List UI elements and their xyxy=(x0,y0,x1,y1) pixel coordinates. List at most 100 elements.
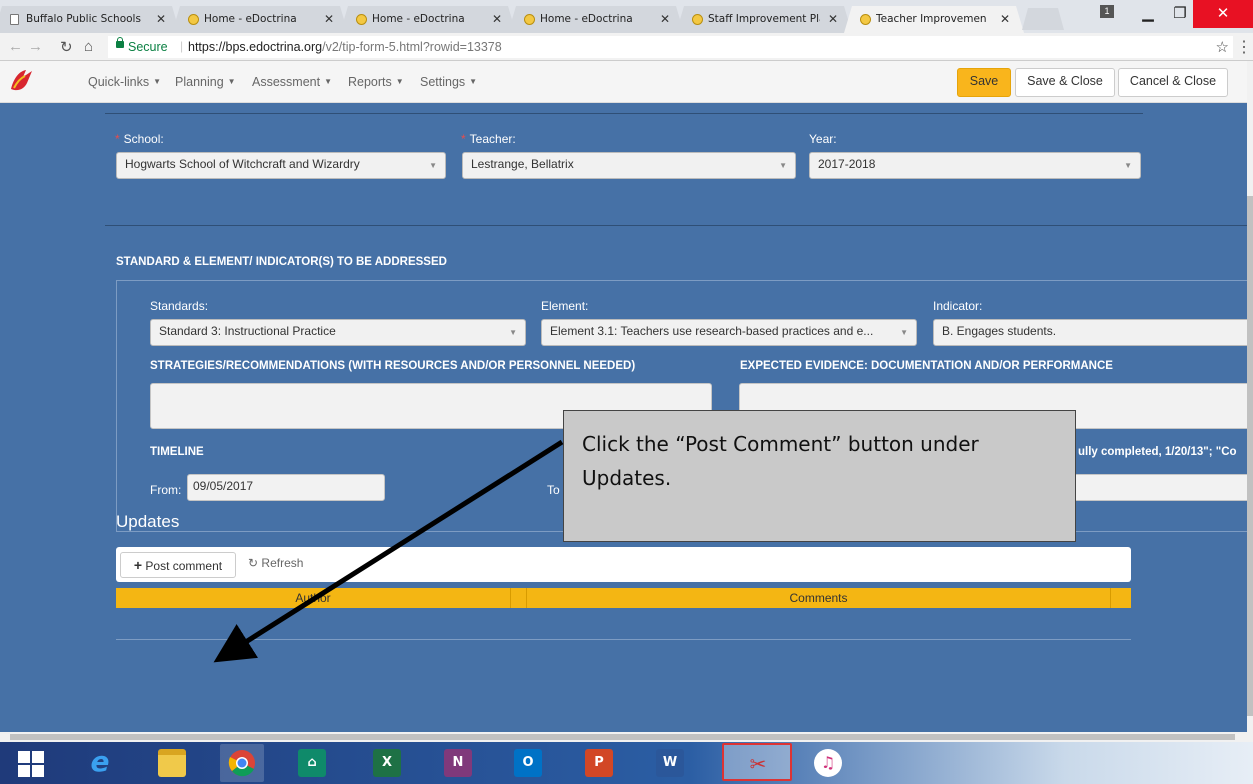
nav-reports[interactable]: Reports ▼ xyxy=(348,75,404,89)
teacher-label: * Teacher: xyxy=(461,132,516,146)
nav-quick-links[interactable]: Quick-links ▼ xyxy=(88,75,161,89)
teacher-select[interactable]: Lestrange, Bellatrix ▼ xyxy=(462,152,796,179)
word-icon[interactable]: W xyxy=(648,744,692,782)
browser-tab-strip: Buffalo Public Schools ✕ Home - eDoctrin… xyxy=(0,0,1253,33)
evidence-hint-text: ully completed, 1/20/13"; "Co xyxy=(1078,446,1237,458)
tab-title: Home - eDoctrina xyxy=(372,13,465,25)
vertical-scroll-thumb[interactable] xyxy=(1247,196,1253,716)
close-tab-icon[interactable]: ✕ xyxy=(324,12,334,26)
refresh-button[interactable]: ↻ Refresh xyxy=(248,556,303,570)
lock-icon xyxy=(116,37,124,48)
element-label: Element: xyxy=(541,299,589,313)
chrome-icon[interactable] xyxy=(220,744,264,782)
onenote-icon[interactable]: N xyxy=(436,744,480,782)
school-label: * School: xyxy=(115,132,164,146)
timeline-heading: TIMELINE xyxy=(150,446,204,458)
bookmark-star-icon[interactable]: ☆ xyxy=(1216,38,1229,56)
browser-tab-1[interactable]: Buffalo Public Schools ✕ xyxy=(0,6,180,33)
from-date-input[interactable]: 09/05/2017 xyxy=(187,474,385,501)
secure-label: Secure xyxy=(128,40,168,54)
file-explorer-icon[interactable] xyxy=(150,744,194,782)
snipping-tool-icon[interactable]: ✂ xyxy=(722,743,792,781)
horizontal-scroll-thumb[interactable] xyxy=(10,734,1235,740)
updates-grid-header: Author Comments xyxy=(116,588,1131,608)
to-label: To xyxy=(547,483,560,497)
post-comment-button[interactable]: + Post comment xyxy=(120,552,236,578)
section-heading: STANDARD & ELEMENT/ INDICATOR(S) TO BE A… xyxy=(116,256,447,268)
browser-tab-2[interactable]: Home - eDoctrina ✕ xyxy=(172,6,348,33)
url-text: https://bps.edoctrina.org/v2/tip-form-5.… xyxy=(188,40,502,54)
year-select[interactable]: 2017-2018 ▼ xyxy=(809,152,1141,179)
edoctrina-favicon-icon xyxy=(356,14,367,25)
close-tab-icon[interactable]: ✕ xyxy=(660,12,670,26)
edoctrina-favicon-icon xyxy=(860,14,871,25)
window-close-icon[interactable]: ✕ xyxy=(1193,0,1253,28)
app-navbar: Quick-links ▼ Planning ▼ Assessment ▼ Repor… xyxy=(0,61,1247,103)
outlook-icon[interactable]: O xyxy=(506,744,550,782)
element-select[interactable]: Element 3.1: Teachers use research-based… xyxy=(541,319,917,346)
evidence-date-input[interactable] xyxy=(1068,474,1247,501)
updates-toolbar: + Post comment ↻ Refresh xyxy=(116,547,1131,582)
nav-planning[interactable]: Planning ▼ xyxy=(175,75,236,89)
home-icon[interactable]: ⌂ xyxy=(84,38,93,55)
chevron-down-icon: ▼ xyxy=(509,328,517,337)
col-spacer xyxy=(1110,588,1131,608)
browser-tab-3[interactable]: Home - eDoctrina ✕ xyxy=(340,6,516,33)
browser-tab-5[interactable]: Staff Improvement Plans ✕ xyxy=(676,6,852,33)
indicator-select[interactable]: B. Engages students. xyxy=(933,319,1247,346)
internet-explorer-icon[interactable]: e xyxy=(78,744,122,782)
year-label: Year: xyxy=(809,132,837,146)
divider xyxy=(116,639,1131,640)
close-tab-icon[interactable]: ✕ xyxy=(828,12,838,26)
browser-tab-active[interactable]: Teacher Improvement Pl ✕ xyxy=(844,6,1024,33)
col-author[interactable]: Author xyxy=(116,588,510,608)
nav-settings[interactable]: Settings ▼ xyxy=(420,75,477,89)
chevron-down-icon: ▼ xyxy=(1124,161,1132,170)
cancel-and-close-button[interactable]: Cancel & Close xyxy=(1118,68,1228,97)
forward-icon[interactable]: → xyxy=(28,38,43,55)
edoctrina-favicon-icon xyxy=(524,14,535,25)
nav-assessment[interactable]: Assessment ▼ xyxy=(252,75,332,89)
itunes-icon[interactable]: ♫ xyxy=(806,744,850,782)
edoctrina-favicon-icon xyxy=(692,14,703,25)
from-label: From: xyxy=(150,483,182,497)
evidence-heading: EXPECTED EVIDENCE: DOCUMENTATION AND/OR … xyxy=(740,360,1113,372)
plus-icon: + xyxy=(133,557,143,573)
close-tab-icon[interactable]: ✕ xyxy=(156,12,166,26)
windows-start-icon[interactable] xyxy=(18,751,44,777)
callout-text: Click the “Post Comment” button under Up… xyxy=(582,432,979,490)
save-button[interactable]: Save xyxy=(957,68,1011,97)
strategies-heading: STRATEGIES/RECOMMENDATIONS (WITH RESOURC… xyxy=(150,360,636,372)
document-icon xyxy=(10,14,19,25)
powerpoint-icon[interactable]: P xyxy=(577,744,621,782)
edoctrina-favicon-icon xyxy=(188,14,199,25)
school-select[interactable]: Hogwarts School of Witchcraft and Wizard… xyxy=(116,152,446,179)
tab-title: Teacher Improvement Pl xyxy=(876,13,986,25)
divider xyxy=(105,113,1143,114)
chevron-down-icon: ▼ xyxy=(779,161,787,170)
address-bar-row: ← → ↻ ⌂ Secure | https://bps.edoctrina.o… xyxy=(0,33,1253,61)
store-icon[interactable]: ⌂ xyxy=(290,744,334,782)
excel-icon[interactable]: X xyxy=(365,744,409,782)
updates-heading: Updates xyxy=(116,512,180,531)
tab-title: Home - eDoctrina xyxy=(204,13,297,25)
save-and-close-button[interactable]: Save & Close xyxy=(1015,68,1115,97)
standards-select[interactable]: Standard 3: Instructional Practice ▼ xyxy=(150,319,526,346)
user-profile-icon[interactable]: 1 xyxy=(1100,5,1114,18)
browser-menu-icon[interactable]: ⋮ xyxy=(1236,37,1252,57)
tab-title: Home - eDoctrina xyxy=(540,13,633,25)
col-spacer xyxy=(510,588,527,608)
refresh-icon: ↻ xyxy=(248,556,259,570)
new-tab-button[interactable] xyxy=(1022,8,1064,30)
edoctrina-logo-icon[interactable] xyxy=(8,67,36,95)
tab-title: Staff Improvement Plans xyxy=(708,13,820,25)
reload-icon[interactable]: ↻ xyxy=(60,38,73,56)
back-icon[interactable]: ← xyxy=(8,38,23,55)
url-input[interactable]: Secure | https://bps.edoctrina.org/v2/ti… xyxy=(108,36,1233,58)
close-tab-icon[interactable]: ✕ xyxy=(492,12,502,26)
browser-tab-4[interactable]: Home - eDoctrina ✕ xyxy=(508,6,684,33)
close-tab-icon[interactable]: ✕ xyxy=(1000,12,1010,26)
col-comments[interactable]: Comments xyxy=(527,588,1110,608)
standards-label: Standards: xyxy=(150,299,209,313)
tab-title: Buffalo Public Schools xyxy=(26,13,141,25)
